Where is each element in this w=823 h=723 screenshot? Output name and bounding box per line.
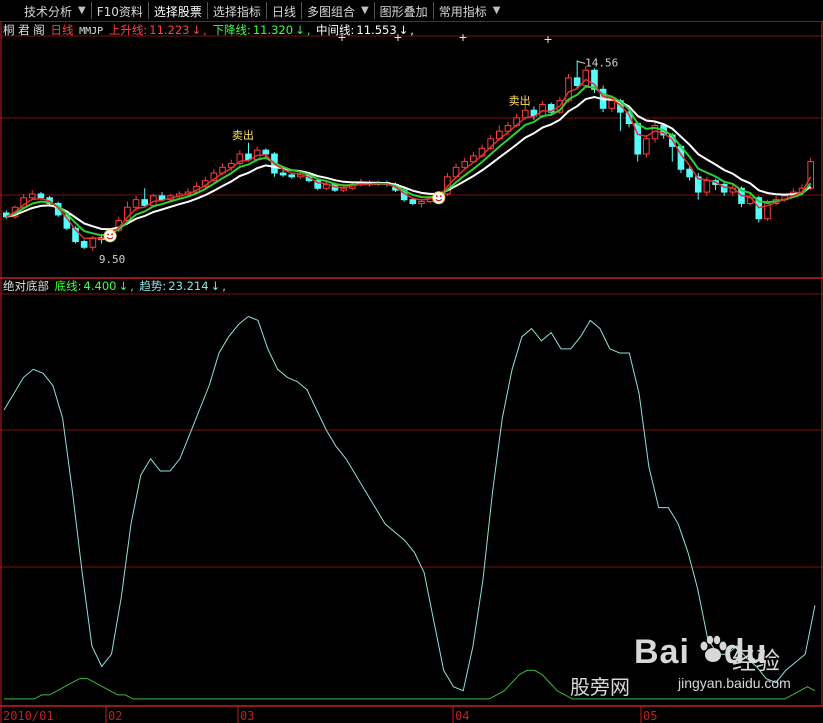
watermark-site-text: 股旁网: [570, 677, 630, 699]
candle-up-body: [340, 187, 347, 191]
candle-up-body: [28, 193, 36, 199]
candle: [634, 121, 642, 162]
x-axis-label: 02: [108, 709, 122, 723]
sell-signal-label: 卖出: [232, 128, 254, 142]
signal-star-icon: +: [393, 31, 402, 44]
candle-up-body: [89, 237, 97, 248]
candle-down-body: [288, 174, 296, 178]
high-marker-line: [577, 60, 586, 64]
candle-down-body: [262, 149, 270, 155]
candle-down-body: [158, 195, 166, 201]
stock-chart[interactable]: 14.569.50卖出卖出+ + + + 2010/01 02 03 04 05: [0, 0, 823, 723]
smiley-eye: [111, 233, 114, 236]
chart-grid: [0, 22, 823, 707]
smiley-buy-icon: [432, 191, 446, 205]
candle: [720, 182, 728, 196]
smiley-eye: [435, 195, 438, 198]
candle: [3, 210, 10, 219]
x-axis-label: 2010/01: [3, 709, 54, 723]
sell-signal-label: 卖出: [509, 94, 531, 108]
candle: [418, 199, 425, 208]
candle-up-body: [608, 100, 616, 109]
x-axis: 2010/01 02 03 04 05: [0, 706, 657, 723]
candle: [712, 178, 719, 191]
candle-down-body: [37, 193, 45, 199]
candle-down-body: [141, 199, 149, 206]
candlestick-series: [3, 60, 814, 252]
candle-down-body: [686, 168, 693, 178]
smiley-buy-icon: [103, 229, 117, 243]
watermark-right-text: 经验: [732, 648, 780, 675]
signal-star-icon: +: [337, 31, 346, 44]
smiley-eye: [107, 233, 110, 236]
candle: [141, 188, 149, 208]
candle-up-body: [643, 138, 650, 155]
smiley-face: [103, 229, 117, 243]
candle-up-body: [703, 180, 711, 193]
chart-markers: 14.569.50卖出卖出+ + + +: [99, 31, 618, 266]
paw-icon: [700, 635, 727, 662]
candle-down-body: [409, 199, 417, 204]
x-axis-label: 04: [455, 709, 469, 723]
x-axis-label: 03: [240, 709, 254, 723]
candle-down-body: [573, 77, 581, 86]
high-price-label: 14.56: [585, 56, 618, 69]
candle: [643, 134, 650, 158]
x-axis-label: 05: [643, 709, 657, 723]
candle: [80, 239, 88, 250]
candle: [28, 190, 36, 200]
baidu-watermark: Bai du 经验 股旁网 jingyan.baidu.com: [570, 633, 820, 703]
candle: [582, 66, 590, 88]
signal-star-icon: +: [543, 33, 552, 46]
signal-star-icon: +: [458, 31, 467, 44]
low-price-label: 9.50: [99, 253, 126, 266]
candle-up-body: [582, 69, 590, 86]
smiley-face: [432, 191, 446, 205]
candle-down-body: [80, 241, 88, 248]
candle-down-body: [279, 172, 287, 176]
candle: [573, 60, 581, 90]
smiley-eye: [439, 195, 442, 198]
candle-up-body: [132, 199, 140, 208]
watermark-url: jingyan.baidu.com: [678, 675, 791, 691]
candle-up-body: [418, 201, 425, 204]
candle-up-body: [461, 161, 469, 168]
